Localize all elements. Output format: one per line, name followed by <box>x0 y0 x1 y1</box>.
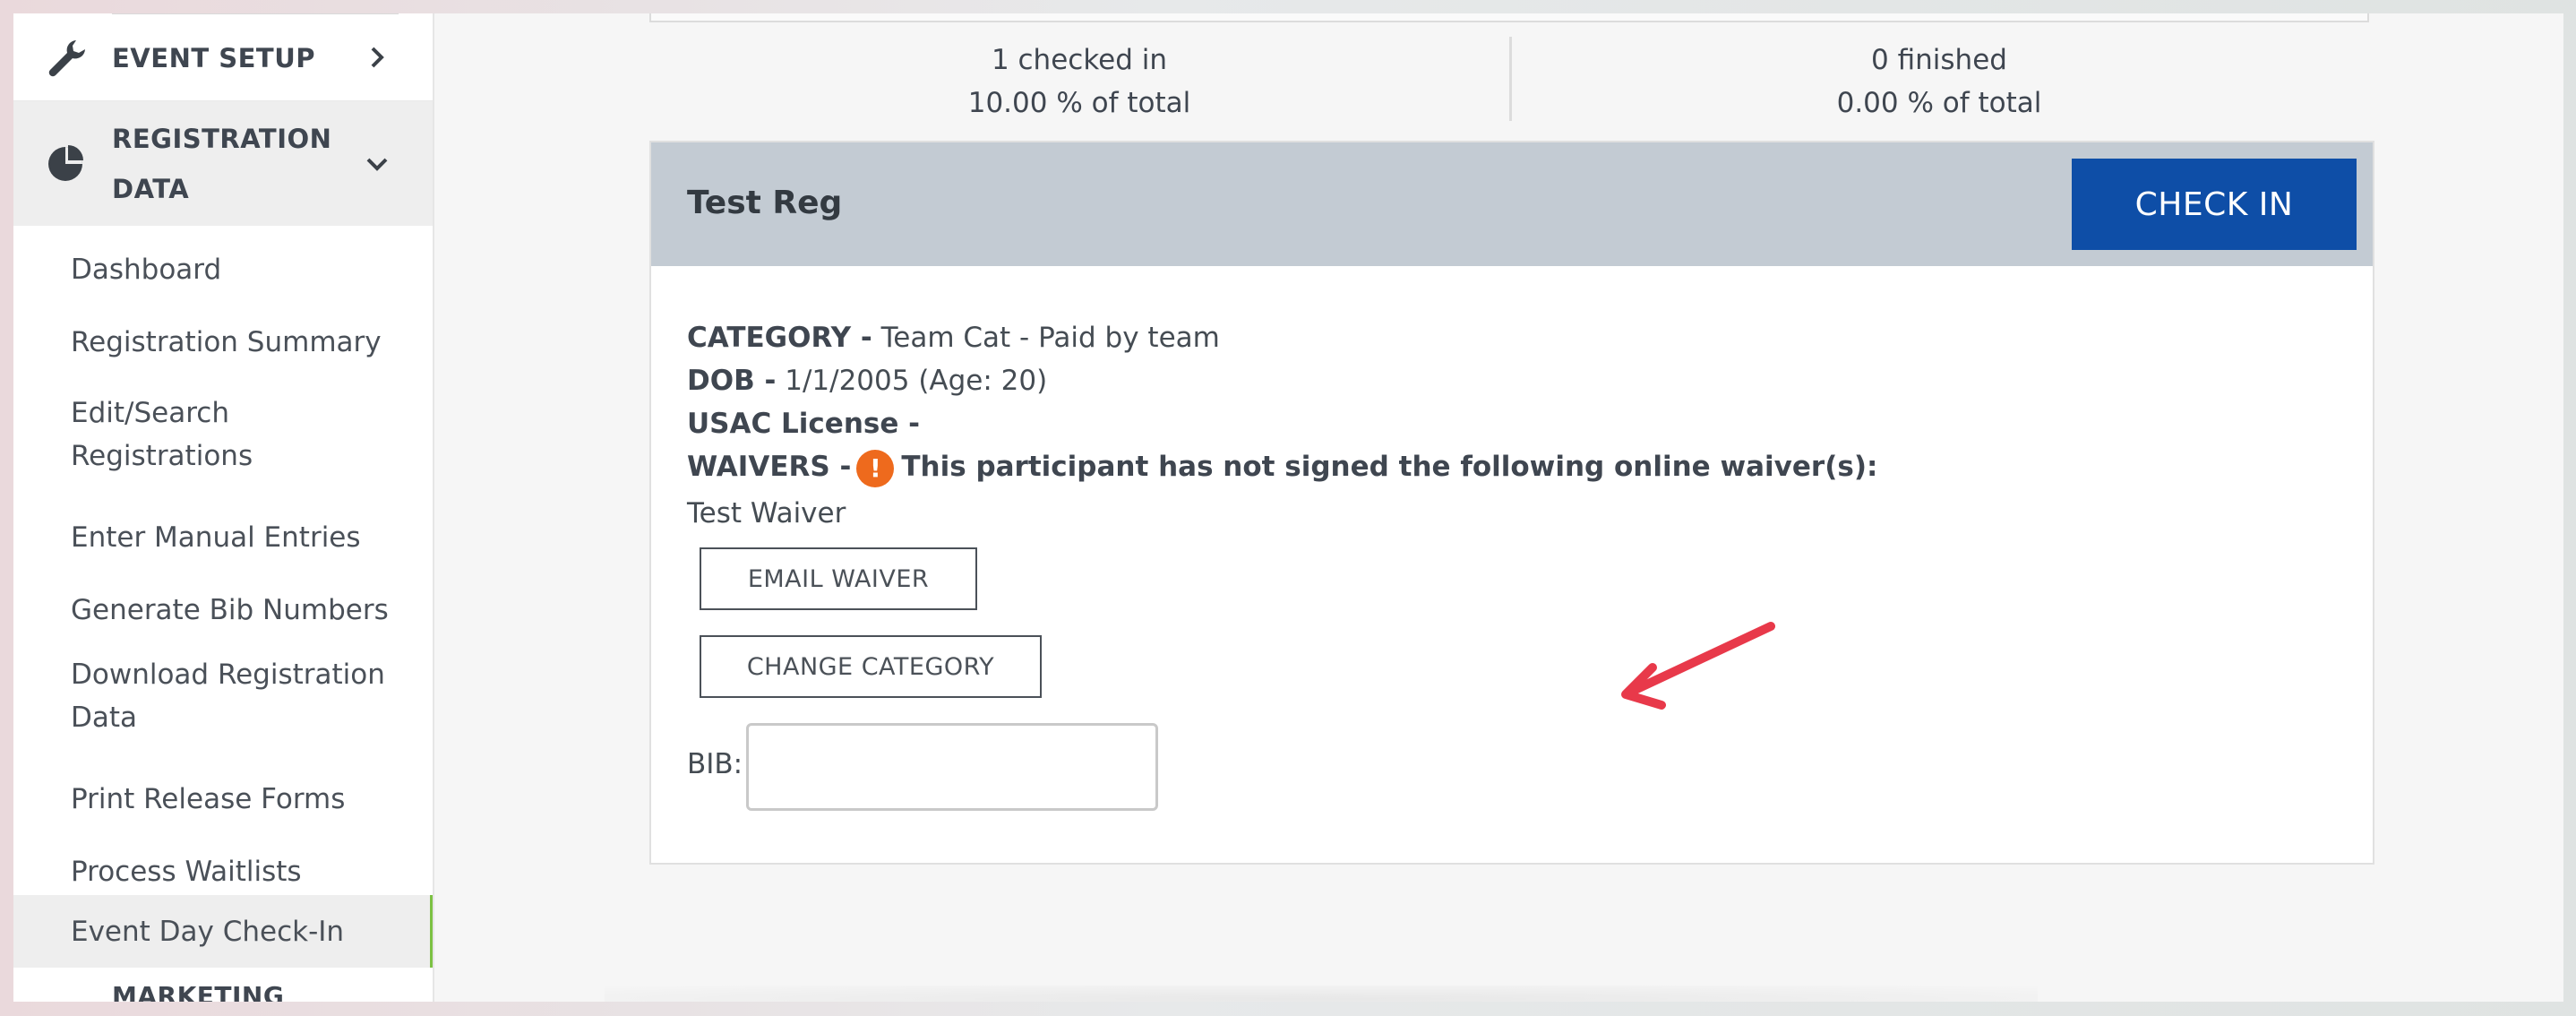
checked-in-stat: 1 checked in 10.00 % of total <box>649 39 1509 125</box>
sidebar-item-enter-manual-entries[interactable]: Enter Manual Entries <box>13 510 433 565</box>
checked-in-count: 1 checked in <box>991 44 1168 76</box>
sidebar-item-process-waitlists[interactable]: Process Waitlists <box>13 844 433 900</box>
sidebar-item-label: Registration Summary <box>71 326 382 358</box>
waiver-name: Test Waiver <box>687 497 846 530</box>
chevron-right-icon <box>371 47 384 68</box>
stats-panel-edge <box>649 13 2369 22</box>
sidebar-item-label: Print Release Forms <box>71 783 346 815</box>
waivers-label: WAIVERS - <box>687 451 852 483</box>
email-waiver-button[interactable]: EMAIL WAIVER <box>700 547 977 610</box>
license-row: USAC License - <box>687 402 920 445</box>
dob-row: DOB - 1/1/2005 (Age: 20) <box>687 359 1047 402</box>
app-window: EVENT SETUP REGISTRATION DATA Dashboard … <box>13 13 2563 1002</box>
sidebar-section-registration-data[interactable]: REGISTRATION DATA <box>13 101 433 226</box>
finished-stat: 0 finished 0.00 % of total <box>1509 39 2369 125</box>
sidebar-item-label: Enter Manual Entries <box>71 521 361 554</box>
bottom-shadow <box>605 986 2038 1002</box>
sidebar-section-label-line2: DATA <box>112 174 190 204</box>
sidebar-section-label: EVENT SETUP <box>112 43 315 73</box>
sidebar-item-label: Registrations <box>71 440 253 472</box>
sidebar-item-label: Edit/Search <box>71 397 229 429</box>
registrant-name: Test Reg <box>687 185 843 221</box>
sidebar-item-print-release-forms[interactable]: Print Release Forms <box>13 771 433 827</box>
checkin-stats: 1 checked in 10.00 % of total 0 finished… <box>649 13 2369 128</box>
sidebar-item-event-day-check-in[interactable]: Event Day Check-In <box>13 895 433 968</box>
finished-percent: 0.00 % of total <box>1836 87 2042 119</box>
sidebar-section-label-line1: REGISTRATION <box>112 124 332 154</box>
sidebar: EVENT SETUP REGISTRATION DATA Dashboard … <box>13 13 434 1002</box>
change-category-button[interactable]: CHANGE CATEGORY <box>700 635 1042 698</box>
dob-value: 1/1/2005 (Age: 20) <box>785 365 1048 397</box>
sidebar-item-label: Event Day Check-In <box>71 915 345 948</box>
category-value: Team Cat - Paid by team <box>880 322 1220 354</box>
sidebar-item-generate-bib-numbers[interactable]: Generate Bib Numbers <box>13 582 433 638</box>
registrant-card: Test Reg CHECK IN CATEGORY - Team Cat - … <box>649 141 2374 865</box>
sidebar-item-label: Generate Bib Numbers <box>71 594 389 626</box>
annotation-arrow-icon <box>1621 622 1775 710</box>
sidebar-section-marketing[interactable]: MARKETING <box>112 981 284 1002</box>
license-label: USAC License - <box>687 408 921 440</box>
sidebar-item-label: Data <box>71 702 138 734</box>
category-row: CATEGORY - Team Cat - Paid by team <box>687 316 1220 359</box>
sidebar-section-event-setup[interactable]: EVENT SETUP <box>13 13 433 101</box>
sidebar-item-dashboard[interactable]: Dashboard <box>13 242 433 297</box>
chevron-down-icon <box>366 158 388 171</box>
category-label: CATEGORY - <box>687 322 872 354</box>
finished-count: 0 finished <box>1871 44 2007 76</box>
pie-chart-icon <box>48 145 83 181</box>
bib-label: BIB: <box>687 748 743 780</box>
sidebar-item-label: Dashboard <box>71 254 222 286</box>
check-in-button[interactable]: CHECK IN <box>2072 159 2357 250</box>
bib-input[interactable] <box>746 723 1158 811</box>
checked-in-percent: 10.00 % of total <box>967 87 1191 119</box>
sidebar-item-download-registration-data[interactable]: Download Registration Data <box>13 647 433 745</box>
waiver-warning-text: This participant has not signed the foll… <box>901 451 1878 483</box>
sidebar-item-edit-search-registrations[interactable]: Edit/Search Registrations <box>13 385 433 484</box>
sidebar-item-label: Download Registration <box>71 659 385 691</box>
dob-label: DOB - <box>687 365 777 397</box>
sidebar-item-registration-summary[interactable]: Registration Summary <box>13 314 433 370</box>
exclamation-circle-icon: ! <box>856 449 895 487</box>
sidebar-item-label: Process Waitlists <box>71 856 302 888</box>
registrant-card-header: Test Reg CHECK IN <box>651 142 2373 266</box>
waivers-row: WAIVERS -! This participant has not signe… <box>687 445 1877 488</box>
wrench-icon <box>48 40 85 77</box>
